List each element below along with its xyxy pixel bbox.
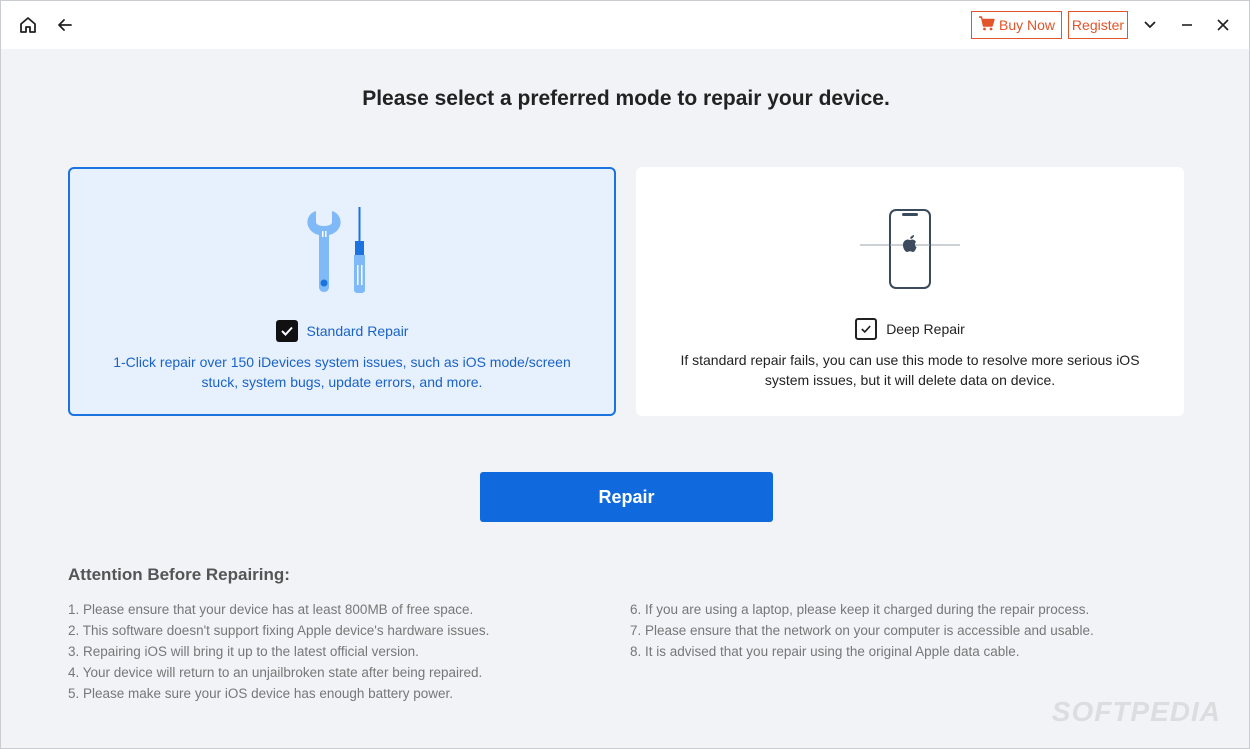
minimize-icon[interactable] <box>1173 11 1201 39</box>
attention-list-right: 6. If you are using a laptop, please kee… <box>630 599 1094 662</box>
description-line: If standard repair fails, you can use th… <box>680 352 1140 368</box>
attention-item: 3. Repairing iOS will bring it up to the… <box>68 644 419 659</box>
standard-repair-description: 1-Click repair over 150 iDevices system … <box>100 352 584 392</box>
close-icon[interactable] <box>1209 11 1237 39</box>
description-line: 1-Click repair over 150 iDevices system … <box>113 354 571 370</box>
title-bar: Buy Now Register <box>1 1 1249 49</box>
attention-item: 7. Please ensure that the network on you… <box>630 623 1094 638</box>
back-arrow-icon[interactable] <box>51 11 79 39</box>
register-button[interactable]: Register <box>1068 11 1128 39</box>
wrench-screwdriver-icon <box>70 205 614 295</box>
page-title: Please select a preferred mode to repair… <box>362 87 890 110</box>
checkbox-checked-icon[interactable] <box>275 320 298 342</box>
attention-item: 1. Please ensure that your device has at… <box>68 602 474 617</box>
standard-repair-card[interactable]: Standard Repair 1-Click repair over 150 … <box>68 167 616 416</box>
description-line: stuck, system bugs, update errors, and m… <box>201 374 483 390</box>
watermark: SOFTPEDIA <box>1051 696 1221 727</box>
deep-repair-label: Deep Repair <box>886 321 965 337</box>
chevron-down-icon[interactable] <box>1136 11 1164 39</box>
attention-item: 2. This software doesn't support fixing … <box>68 623 490 638</box>
deep-repair-description: If standard repair fails, you can use th… <box>666 350 1154 390</box>
cart-icon <box>978 16 995 34</box>
iphone-icon <box>636 207 1184 297</box>
attention-item: 6. If you are using a laptop, please kee… <box>630 602 1090 617</box>
attention-item: 4. Your device will return to an unjailb… <box>68 665 483 680</box>
buy-now-button[interactable]: Buy Now <box>971 11 1062 39</box>
deep-repair-card[interactable]: Deep Repair If standard repair fails, yo… <box>636 167 1184 416</box>
attention-item: 8. It is advised that you repair using t… <box>630 644 1020 659</box>
attention-title: Attention Before Repairing: <box>68 565 290 584</box>
home-icon[interactable] <box>14 11 42 39</box>
standard-repair-label: Standard Repair <box>306 323 409 339</box>
buy-now-label: Buy Now <box>998 17 1056 33</box>
deep-repair-option[interactable]: Deep Repair <box>636 318 1184 340</box>
repair-button[interactable]: Repair <box>480 472 773 522</box>
attention-list-left: 1. Please ensure that your device has at… <box>68 599 489 704</box>
description-line: system issues, but it will delete data o… <box>764 372 1056 388</box>
checkbox-checked-icon[interactable] <box>855 318 878 340</box>
attention-item: 5. Please make sure your iOS device has … <box>68 686 453 701</box>
standard-repair-option[interactable]: Standard Repair <box>70 320 614 342</box>
